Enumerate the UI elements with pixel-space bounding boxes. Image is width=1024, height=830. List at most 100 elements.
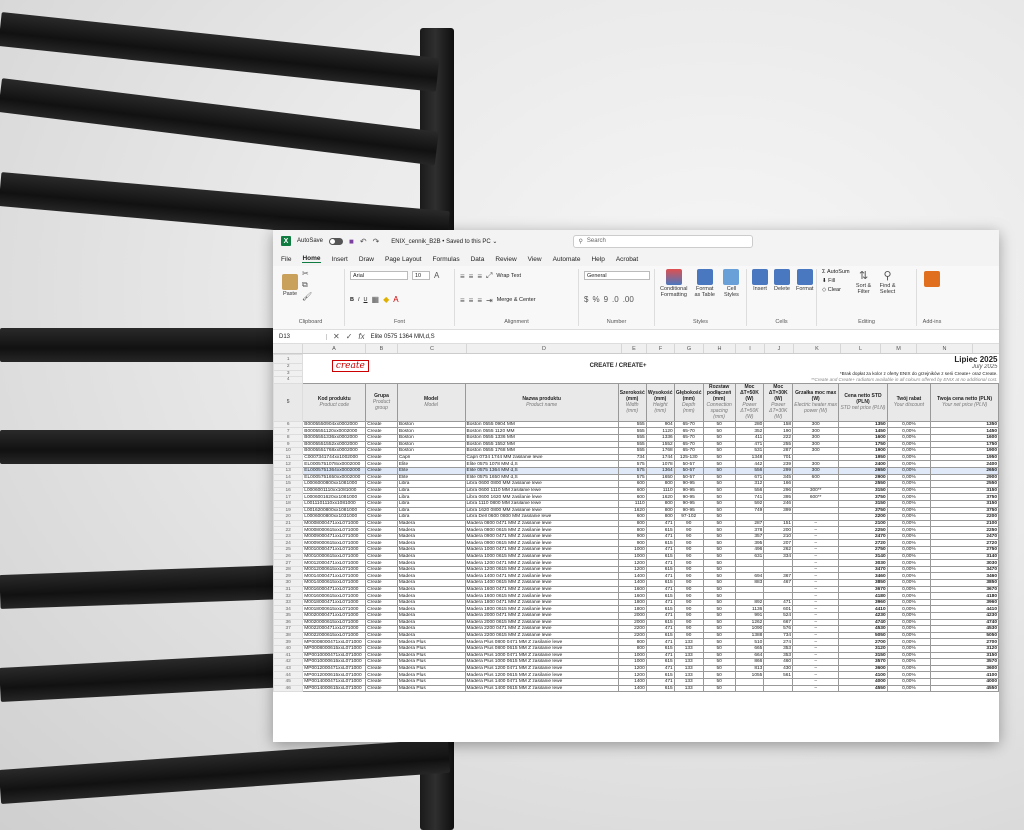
cell[interactable]: 0,00% <box>886 493 932 501</box>
cell[interactable]: Libra <box>396 499 466 508</box>
cell[interactable]: 3850 <box>838 579 888 587</box>
cell[interactable]: Create <box>365 486 398 495</box>
cell[interactable]: 1450 <box>930 427 999 435</box>
cell[interactable]: 900 <box>617 539 647 548</box>
percent-icon[interactable]: % <box>592 295 599 304</box>
cell[interactable]: 471 <box>645 651 675 660</box>
cell[interactable]: 600 <box>617 513 647 521</box>
cell[interactable]: – <box>792 598 840 607</box>
cell[interactable]: 3750 <box>838 493 888 501</box>
autosave-toggle[interactable] <box>329 237 344 245</box>
cell[interactable]: 0,00% <box>886 631 932 640</box>
cell[interactable] <box>792 513 840 521</box>
cell[interactable]: – <box>792 644 840 653</box>
underline-icon[interactable]: U <box>364 297 368 303</box>
cell[interactable]: 3150 <box>838 499 888 508</box>
cell[interactable]: 0,00% <box>886 618 932 627</box>
cell[interactable] <box>763 677 794 686</box>
cell[interactable]: 556 <box>734 486 765 495</box>
cell[interactable]: 576 <box>763 625 794 633</box>
cell[interactable]: 615 <box>645 579 675 587</box>
menu-data[interactable]: Data <box>471 256 485 263</box>
cell[interactable]: Create <box>365 499 398 508</box>
cell[interactable]: 0,00% <box>886 664 932 673</box>
cell[interactable]: Create <box>365 447 398 455</box>
cell[interactable]: Madera <box>396 592 466 600</box>
comma-icon[interactable]: 9 <box>604 295 608 304</box>
cell[interactable]: 3030 <box>930 559 999 567</box>
cell[interactable]: 50 <box>702 427 736 435</box>
cell[interactable]: 300** <box>792 486 840 495</box>
cell[interactable]: – <box>792 526 840 534</box>
wrap-text-button[interactable]: Wrap Text <box>496 273 521 279</box>
cell[interactable]: 90 <box>673 526 704 534</box>
cell[interactable]: 4180 <box>838 592 888 600</box>
cell[interactable]: 1350 <box>930 420 999 429</box>
align-right-icon[interactable]: ≡ <box>477 296 482 305</box>
cell[interactable]: 0,00% <box>886 480 932 488</box>
cell[interactable]: 2470 <box>930 532 999 541</box>
cell[interactable] <box>763 565 794 574</box>
cell[interactable]: 0,00% <box>886 651 932 660</box>
cell[interactable]: Madera 0900 0471 MM Z zasilanie lewe <box>464 532 619 541</box>
cell[interactable]: 200 <box>763 526 794 534</box>
cell[interactable]: 1200 <box>617 565 647 574</box>
cell[interactable]: 0,00% <box>886 440 932 449</box>
cell[interactable]: 664 <box>734 651 765 660</box>
cell[interactable]: Create <box>365 420 398 429</box>
cell[interactable]: 1750 <box>838 440 888 449</box>
cell[interactable]: 50 <box>702 420 736 429</box>
cell[interactable]: 1552 <box>645 440 675 449</box>
cell[interactable]: M0010000615xxL071000 <box>302 552 367 561</box>
cell[interactable]: 4740 <box>930 618 999 627</box>
cell[interactable]: 800 <box>617 644 647 653</box>
cell[interactable]: Madera <box>396 532 466 541</box>
merge-center-button[interactable]: Merge & Center <box>497 297 536 303</box>
cell[interactable]: Madera 1400 0615 MM Z zasilanie lewe <box>464 579 619 587</box>
cell[interactable]: – <box>792 565 840 574</box>
cell[interactable]: 4230 <box>930 612 999 620</box>
cell[interactable]: 4550 <box>930 684 999 693</box>
cell[interactable]: 90-95 <box>673 499 704 508</box>
cell[interactable]: 555 <box>617 427 647 435</box>
column-header[interactable]: H <box>704 344 736 353</box>
cell[interactable]: Elite <box>396 466 466 475</box>
menu-acrobat[interactable]: Acrobat <box>616 256 638 263</box>
cell[interactable]: 1900 <box>838 447 888 455</box>
cell[interactable]: 615 <box>645 658 675 666</box>
cell[interactable]: Create <box>365 644 398 653</box>
cell[interactable]: 471 <box>645 532 675 541</box>
cell[interactable]: Madera <box>396 585 466 594</box>
cell[interactable]: 0,00% <box>886 447 932 455</box>
cell[interactable]: Madera <box>396 631 466 640</box>
cell[interactable]: Madera <box>396 612 466 620</box>
cell[interactable]: 190 <box>763 427 794 435</box>
cell[interactable]: 0,00% <box>886 644 932 653</box>
align-middle-icon[interactable]: ≡ <box>469 272 474 281</box>
cell[interactable]: 471 <box>763 598 794 607</box>
cell[interactable]: 0,00% <box>886 539 932 548</box>
file-title[interactable]: ENIX_cennik_B2B • Saved to this PC ⌄ <box>391 238 497 245</box>
cell[interactable]: Madera Plus 1200 0615 MM Z zasilanie lew… <box>464 671 619 679</box>
cell[interactable]: – <box>792 519 840 528</box>
cell[interactable]: 1400 <box>617 579 647 587</box>
cell[interactable]: 1078 <box>645 460 675 468</box>
find-select-button[interactable]: ⚲ Find & Select <box>878 269 898 295</box>
cell[interactable]: 883 <box>734 579 765 587</box>
cell[interactable]: Madera Plus 1000 0471 MM Z zasilanie lew… <box>464 651 619 660</box>
cell[interactable]: 866 <box>734 658 765 666</box>
font-size-select[interactable]: 10 <box>412 271 430 280</box>
column-title[interactable]: Moc ΔT=30K (W) Power ΔT=30K (W) <box>763 382 794 422</box>
cell[interactable]: 353 <box>763 651 794 660</box>
cell[interactable]: Madera 1800 0471 MM Z zasilanie lewe <box>464 598 619 607</box>
cell[interactable]: B0005551552xx0002000 <box>302 440 367 449</box>
align-top-icon[interactable]: ≡ <box>460 272 465 281</box>
cell[interactable]: 1600 <box>930 433 999 442</box>
cell[interactable]: 3670 <box>838 585 888 594</box>
column-header[interactable]: M <box>881 344 917 353</box>
cell[interactable]: 50 <box>702 433 736 442</box>
cell[interactable]: L0006000800xx1031000 <box>302 513 367 521</box>
cell[interactable]: Madera <box>396 552 466 561</box>
cell[interactable]: 1364 <box>645 466 675 475</box>
cell[interactable]: – <box>792 579 840 587</box>
